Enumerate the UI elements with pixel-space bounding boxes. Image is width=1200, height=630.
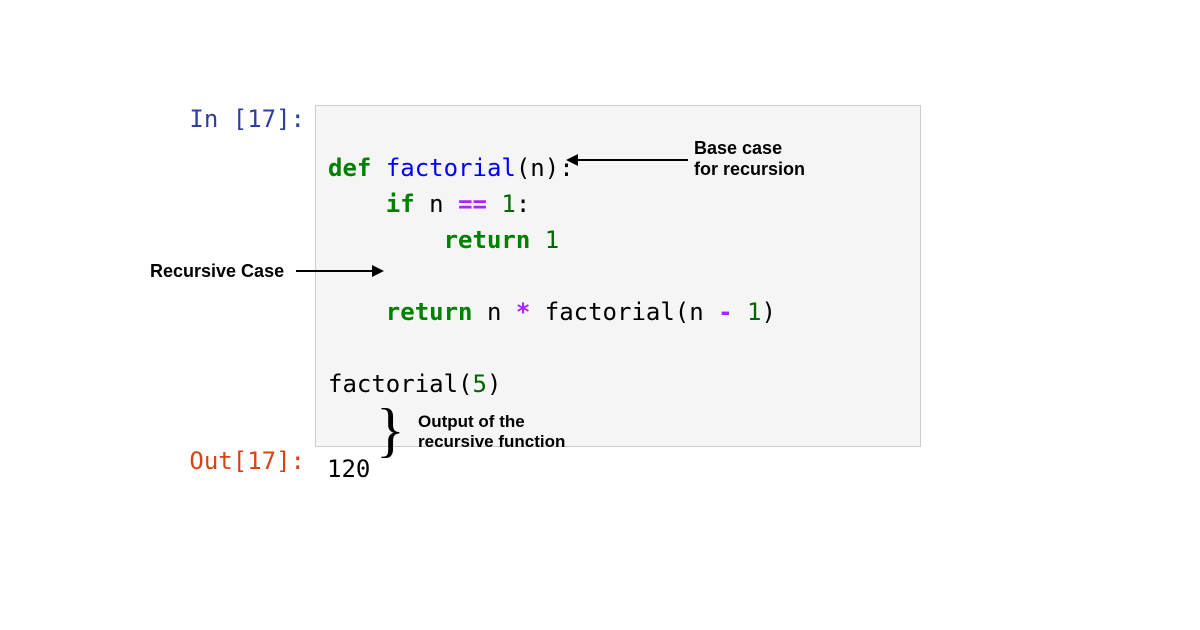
arrow-line	[576, 159, 688, 161]
annotation-text: for recursion	[694, 159, 805, 180]
annotation-text: Output of the	[418, 412, 565, 432]
code-text: factorial(n	[530, 298, 718, 326]
annotation-recursive-case: Recursive Case	[150, 261, 284, 282]
code-text: )	[762, 298, 776, 326]
code-cell: def factorial(n): if n == 1: return 1 re…	[315, 105, 921, 447]
output-row: Out[17]: 120	[130, 447, 921, 491]
annotation-text: Recursive Case	[150, 261, 284, 281]
out-prompt: Out[17]:	[130, 447, 315, 475]
code-text: )	[487, 370, 501, 398]
number-one: 1	[530, 226, 559, 254]
in-prompt: In [17]:	[130, 105, 315, 133]
function-name: factorial	[386, 154, 516, 182]
operator-mul: *	[516, 298, 530, 326]
code-text: n	[415, 190, 458, 218]
annotation-output: Output of the recursive function	[418, 412, 565, 452]
code-text: n	[473, 298, 516, 326]
number-five: 5	[473, 370, 487, 398]
keyword-return: return	[444, 226, 531, 254]
output-value: 120	[315, 447, 382, 491]
brace-icon: }	[376, 400, 405, 460]
code-call: factorial(	[328, 370, 473, 398]
operator-eq: ==	[458, 190, 487, 218]
keyword-if: if	[386, 190, 415, 218]
arrow-icon	[372, 265, 384, 277]
keyword-return: return	[386, 298, 473, 326]
code-text: (n):	[516, 154, 574, 182]
code-text: :	[516, 190, 530, 218]
number-one: 1	[733, 298, 762, 326]
annotation-text: Base case	[694, 138, 805, 159]
arrow-line	[296, 270, 374, 272]
operator-minus: -	[718, 298, 732, 326]
keyword-def: def	[328, 154, 371, 182]
annotation-base-case: Base case for recursion	[694, 138, 805, 180]
annotation-text: recursive function	[418, 432, 565, 452]
number-one: 1	[487, 190, 516, 218]
